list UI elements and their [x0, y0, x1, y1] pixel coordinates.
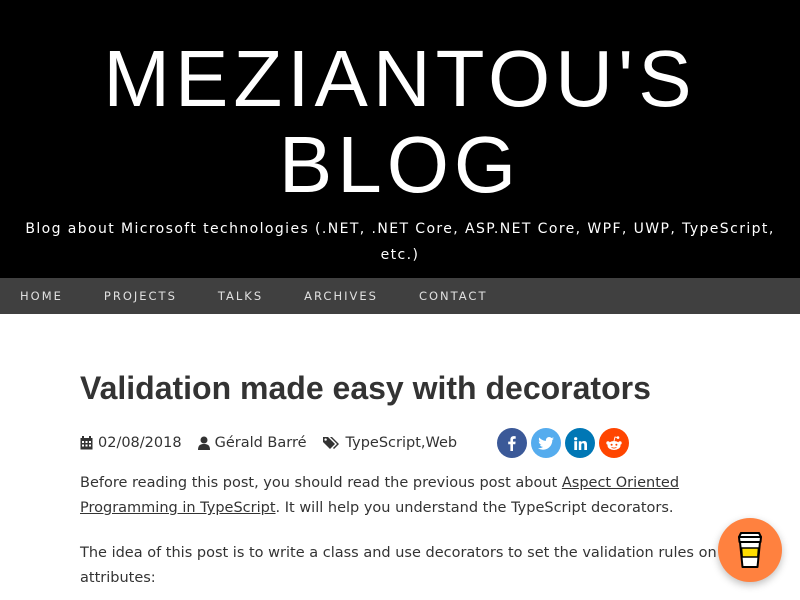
post-tags: TypeScript, Web	[322, 435, 458, 451]
site-tagline: Blog about Microsoft technologies (.NET,…	[25, 221, 775, 263]
nav-home[interactable]: HOME	[20, 289, 63, 303]
nav-archives[interactable]: ARCHIVES	[304, 289, 378, 303]
twitter-icon	[538, 436, 555, 450]
tag-web[interactable]: Web	[426, 435, 458, 451]
post-paragraph-1: Before reading this post, you should rea…	[80, 471, 740, 521]
buy-me-a-coffee-button[interactable]	[718, 518, 782, 582]
post-author-text: Gérald Barré	[214, 435, 307, 451]
post-paragraph-2: The idea of this post is to write a clas…	[80, 545, 717, 586]
reddit-icon	[606, 435, 622, 450]
share-twitter-button[interactable]	[531, 428, 562, 458]
linkedin-icon	[573, 436, 587, 450]
facebook-icon	[508, 435, 516, 451]
user-icon	[197, 436, 210, 450]
post-date-text: 02/08/2018	[98, 435, 182, 451]
site-title-line1: MEZIANTOU'S	[103, 34, 697, 123]
tag-typescript[interactable]: TypeScript	[346, 435, 421, 451]
site-title-line2: BLOG	[278, 120, 522, 209]
main-nav: HOME PROJECTS TALKS ARCHIVES CONTACT	[0, 278, 800, 314]
site-title-link[interactable]: MEZIANTOU'S BLOG	[0, 36, 800, 208]
share-buttons	[497, 428, 633, 458]
share-linkedin-button[interactable]	[565, 428, 596, 458]
paragraph-1-outro: . It will help you understand the TypeSc…	[275, 500, 674, 516]
post-author: Gérald Barré	[197, 435, 307, 451]
post-date: 02/08/2018	[80, 435, 182, 451]
site-header: MEZIANTOU'S BLOG Blog about Microsoft te…	[0, 0, 800, 278]
tags-icon	[322, 437, 339, 449]
coffee-cup-icon	[738, 532, 762, 568]
share-facebook-button[interactable]	[497, 428, 528, 458]
calendar-icon	[80, 436, 93, 450]
post-title: Validation made easy with decorators	[80, 370, 651, 406]
post-content: Validation made easy with decorators 02/…	[80, 314, 720, 591]
share-reddit-button[interactable]	[599, 428, 630, 458]
paragraph-1-intro: Before reading this post, you should rea…	[80, 475, 562, 491]
nav-talks[interactable]: TALKS	[218, 289, 263, 303]
nav-contact[interactable]: CONTACT	[419, 289, 488, 303]
post-meta: 02/08/2018 Gérald Barré TypeScript, Web	[80, 427, 720, 459]
nav-projects[interactable]: PROJECTS	[104, 289, 177, 303]
